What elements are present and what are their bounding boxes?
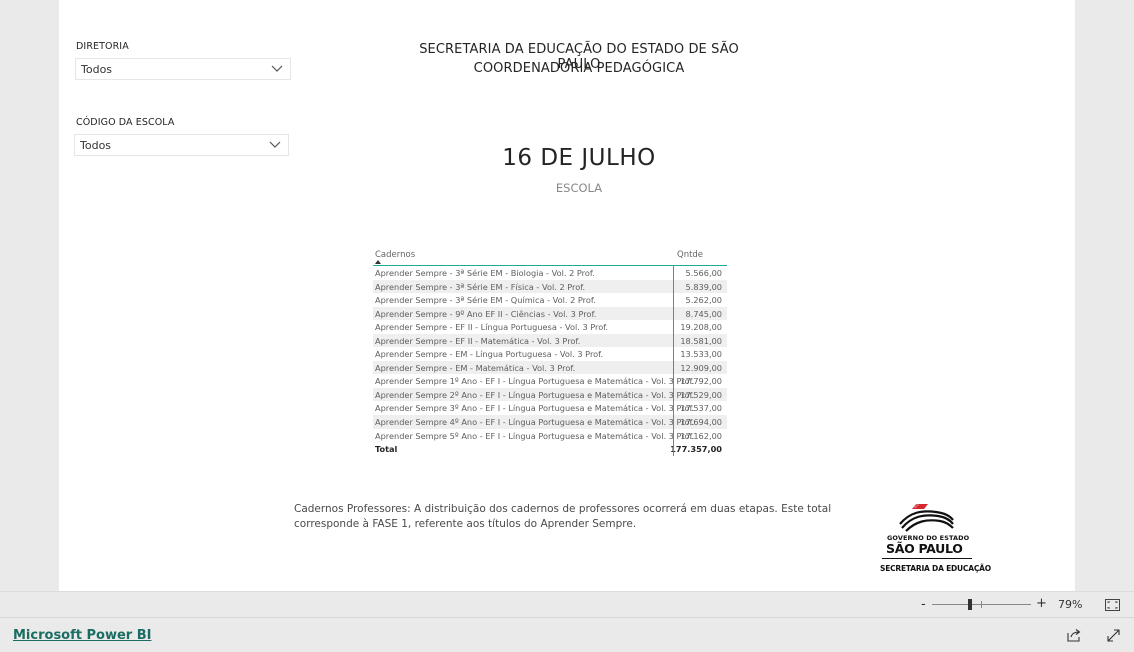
total-value: 177.357,00	[670, 444, 722, 455]
quantity-cell: 12.909,00	[680, 362, 722, 373]
quantity-cell: 8.745,00	[685, 308, 722, 319]
sort-ascending-icon	[375, 260, 381, 264]
zoom-slider-thumb[interactable]	[968, 599, 972, 610]
logo-line2: SÃO PAULO	[886, 541, 963, 556]
logo-divider	[882, 558, 972, 559]
codigo-escola-slicer-value: Todos	[80, 139, 112, 152]
zoom-in-button[interactable]: +	[1036, 596, 1047, 611]
quantity-cell: 17.529,00	[680, 389, 722, 400]
caderno-name-cell: Aprender Sempre - EM - Matemática - Vol.…	[375, 362, 576, 373]
zoom-bar: - + 79%	[0, 591, 1134, 617]
table-header: Cadernos Qntde	[373, 248, 727, 266]
diretoria-slicer-label: DIRETORIA	[76, 41, 129, 52]
quantity-cell: 5.566,00	[685, 268, 722, 278]
caderno-name-cell: Aprender Sempre - 3ª Série EM - Biologia…	[375, 268, 595, 278]
report-canvas: DIRETORIA Todos CÓDIGO DA ESCOLA Todos S…	[59, 0, 1075, 591]
quantity-cell: 19.208,00	[680, 322, 722, 333]
quantity-cell: 17.694,00	[680, 417, 722, 428]
caderno-name-cell: Aprender Sempre 4º Ano - EF I - Língua P…	[375, 417, 695, 428]
expand-icon[interactable]	[1107, 629, 1120, 642]
quantity-cell: 18.581,00	[680, 335, 722, 346]
caderno-name-cell: Aprender Sempre - 3ª Série EM - Química …	[375, 295, 596, 306]
fit-to-page-icon[interactable]	[1105, 599, 1120, 611]
column-header-qntde[interactable]: Qntde	[677, 250, 703, 260]
caderno-name-cell: Aprender Sempre 1º Ano - EF I - Língua P…	[375, 376, 695, 387]
total-label: Total	[375, 444, 398, 455]
caderno-name-cell: Aprender Sempre 3º Ano - EF I - Língua P…	[375, 403, 695, 414]
chevron-down-icon	[269, 141, 281, 148]
chevron-down-icon	[271, 65, 283, 72]
diretoria-slicer-dropdown[interactable]: Todos	[75, 58, 291, 80]
share-icon[interactable]	[1067, 628, 1081, 642]
zoom-slider-default-tick	[981, 601, 982, 608]
footer-bar: Microsoft Power BI	[0, 617, 1134, 652]
quantity-cell: 13.533,00	[680, 349, 722, 360]
caderno-name-cell: Aprender Sempre - 9º Ano EF II - Ciência…	[375, 308, 597, 319]
codigo-escola-slicer-label: CÓDIGO DA ESCOLA	[76, 117, 175, 128]
quantity-cell: 17.792,00	[680, 376, 722, 387]
quantity-cell: 17.537,00	[680, 403, 722, 414]
caderno-name-cell: Aprender Sempre - EM - Língua Portuguesa…	[375, 349, 604, 360]
card-label: ESCOLA	[555, 181, 603, 195]
quantity-cell: 17.162,00	[680, 430, 722, 441]
caderno-name-cell: Aprender Sempre - EF II - Matemática - V…	[375, 335, 581, 346]
column-header-cadernos[interactable]: Cadernos	[375, 250, 415, 260]
footnote-text: Cadernos Professores: A distribuição dos…	[294, 503, 832, 530]
column-divider	[673, 266, 674, 456]
caderno-name-cell: Aprender Sempre - 3ª Série EM - Física -…	[375, 281, 586, 292]
governo-sp-logo: GOVERNO DO ESTADO SÃO PAULO SECRETARIA D…	[878, 500, 991, 578]
quantity-cell: 5.262,00	[685, 295, 722, 306]
quantity-cell: 5.839,00	[685, 281, 722, 292]
caderno-name-cell: Aprender Sempre - EF II - Língua Portugu…	[375, 322, 609, 333]
logo-line3: SECRETARIA DA EDUCAÇÃO	[880, 564, 991, 573]
codigo-escola-slicer-dropdown[interactable]: Todos	[74, 134, 289, 156]
report-title-line2: COORDENADORIA PEDAGÓGICA	[473, 61, 685, 76]
cadernos-table: Cadernos Qntde Aprender Sempre - 3ª Séri…	[373, 248, 727, 456]
caderno-name-cell: Aprender Sempre 2º Ano - EF I - Língua P…	[375, 389, 695, 400]
caderno-name-cell: Aprender Sempre 5º Ano - EF I - Língua P…	[375, 430, 695, 441]
card-value: 16 DE JULHO	[502, 145, 656, 171]
sp-map-emblem-icon	[899, 504, 954, 532]
zoom-out-button[interactable]: -	[921, 597, 926, 612]
diretoria-slicer-value: Todos	[81, 63, 113, 76]
power-bi-link[interactable]: Microsoft Power BI	[13, 628, 151, 643]
zoom-percentage: 79%	[1058, 598, 1083, 611]
